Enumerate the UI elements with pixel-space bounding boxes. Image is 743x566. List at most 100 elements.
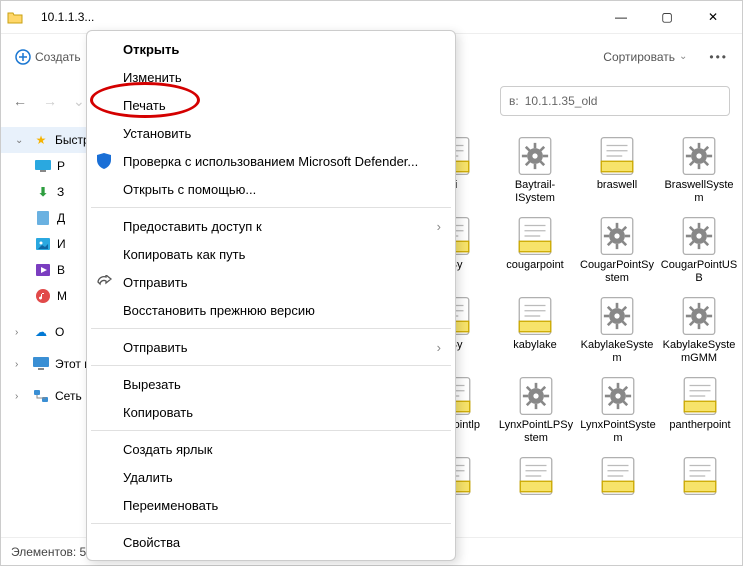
context-menu-item[interactable]: Свойства (87, 528, 455, 556)
context-menu-label: Печать (123, 98, 166, 113)
file-item[interactable]: CougarPointUSB (658, 213, 740, 293)
file-item[interactable]: KabylakeSystemGMM (658, 293, 740, 373)
context-menu-label: Изменить (123, 70, 182, 85)
address-path: 10.1.1.35_old (525, 94, 598, 108)
music-icon (35, 288, 51, 304)
file-name: LynxPointSystem (579, 419, 657, 444)
folder-icon (7, 10, 23, 24)
context-menu-label: Проверка с использованием Microsoft Defe… (123, 154, 418, 169)
context-menu-label: Переименовать (123, 498, 218, 513)
file-item[interactable]: BraswellSystem (658, 133, 740, 213)
context-menu-label: Свойства (123, 535, 180, 550)
sort-button[interactable]: Сортировать ⌄ (595, 44, 695, 70)
context-menu-separator (91, 207, 451, 208)
network-icon (33, 388, 49, 404)
chevron-down-icon: ⌄ (15, 135, 27, 146)
file-item[interactable]: Baytrail-ISystem (494, 133, 576, 213)
file-item[interactable]: kabylake (494, 293, 576, 373)
context-menu-item[interactable]: Переименовать (87, 491, 455, 519)
file-item[interactable]: cougarpoint (494, 213, 576, 293)
context-menu-item[interactable]: Отправить › (87, 333, 455, 361)
document-icon (35, 210, 51, 226)
sidebar-item-label: В (57, 263, 65, 277)
context-menu-item[interactable]: Отправить (87, 268, 455, 296)
pc-icon (33, 356, 49, 372)
maximize-button[interactable]: ▢ (644, 1, 690, 33)
plus-icon (15, 49, 31, 65)
context-menu-item[interactable]: Восстановить прежнюю версию (87, 296, 455, 324)
file-name: pantherpoint (669, 419, 730, 432)
context-menu-separator (91, 430, 451, 431)
context-menu-item[interactable]: Предоставить доступ к› (87, 212, 455, 240)
gear-icon (678, 135, 720, 177)
chevron-right-icon: › (437, 340, 441, 355)
share-icon (95, 273, 113, 291)
shield-icon (95, 152, 113, 170)
sidebar-item-label: И (57, 237, 66, 251)
inf-file-icon (679, 375, 721, 417)
address-search-box[interactable]: в: 10.1.1.35_old (500, 86, 730, 116)
cloud-icon: ☁ (33, 324, 49, 340)
inf-file-icon (679, 455, 721, 497)
back-button[interactable]: ← (13, 93, 27, 110)
context-menu-item[interactable]: Копировать (87, 398, 455, 426)
close-button[interactable]: ✕ (690, 1, 736, 33)
sidebar-item-label: Р (57, 159, 65, 173)
context-menu-item[interactable]: Вырезать (87, 370, 455, 398)
inf-file-icon (515, 455, 557, 497)
sort-label: Сортировать (603, 50, 675, 64)
gear-icon (514, 135, 556, 177)
sidebar-item-label: М (57, 289, 67, 303)
chevron-down-icon: ⌄ (679, 51, 687, 62)
file-name: KabylakeSystem (578, 339, 656, 364)
context-menu-label: Удалить (123, 470, 173, 485)
file-item[interactable]: CougarPointSystem (576, 213, 658, 293)
file-item[interactable] (495, 453, 577, 533)
titlebar: 10.1.1.3... ― ▢ ✕ (1, 1, 742, 33)
context-menu-item[interactable]: Изменить (87, 63, 455, 91)
window-title[interactable]: 10.1.1.3... (29, 6, 106, 28)
file-name: braswell (597, 179, 637, 192)
chevron-right-icon: › (15, 391, 27, 402)
up-button[interactable]: ⌄ (73, 93, 85, 110)
context-menu-item[interactable]: Копировать как путь (87, 240, 455, 268)
chevron-right-icon: › (437, 219, 441, 234)
context-menu-item[interactable]: Открыть с помощью... (87, 175, 455, 203)
more-button[interactable]: ••• (701, 44, 736, 70)
chevron-right-icon: › (15, 327, 27, 338)
file-item[interactable]: braswell (576, 133, 658, 213)
context-menu-item[interactable]: Установить (87, 119, 455, 147)
context-menu-label: Отправить (123, 340, 187, 355)
sidebar-item-label: З (57, 185, 64, 199)
sidebar-item-label: Сеть (55, 389, 82, 403)
file-name: kabylake (513, 339, 556, 352)
context-menu-item[interactable]: Проверка с использованием Microsoft Defe… (87, 147, 455, 175)
forward-button[interactable]: → (43, 93, 57, 110)
file-name: Baytrail-ISystem (496, 179, 574, 204)
file-item[interactable] (659, 453, 741, 533)
address-prefix: в: (509, 94, 519, 108)
sidebar-item-label: О (55, 325, 64, 339)
inf-file-icon (597, 455, 639, 497)
file-name: LynxPointLPSystem (497, 419, 575, 444)
context-menu-label: Установить (123, 126, 191, 141)
inf-file-icon (596, 135, 638, 177)
inf-file-icon (514, 295, 556, 337)
file-item[interactable]: LynxPointLPSystem (495, 373, 577, 453)
gear-icon (597, 375, 639, 417)
file-name: BraswellSystem (660, 179, 738, 204)
context-menu-item[interactable]: Удалить (87, 463, 455, 491)
context-menu-item[interactable]: Печать (87, 91, 455, 119)
context-menu-item[interactable]: Открыть (87, 35, 455, 63)
file-item[interactable] (577, 453, 659, 533)
file-item[interactable]: KabylakeSystem (576, 293, 658, 373)
context-menu-item[interactable]: Создать ярлык (87, 435, 455, 463)
file-explorer-window: 10.1.1.3... ― ▢ ✕ Создать Сортировать ⌄ … (0, 0, 743, 566)
file-item[interactable]: LynxPointSystem (577, 373, 659, 453)
minimize-button[interactable]: ― (598, 1, 644, 33)
file-name: CougarPointSystem (578, 259, 656, 284)
context-menu-label: Создать ярлык (123, 442, 212, 457)
new-button[interactable]: Создать (7, 43, 89, 71)
file-item[interactable]: pantherpoint (659, 373, 741, 453)
context-menu-label: Копировать как путь (123, 247, 245, 262)
